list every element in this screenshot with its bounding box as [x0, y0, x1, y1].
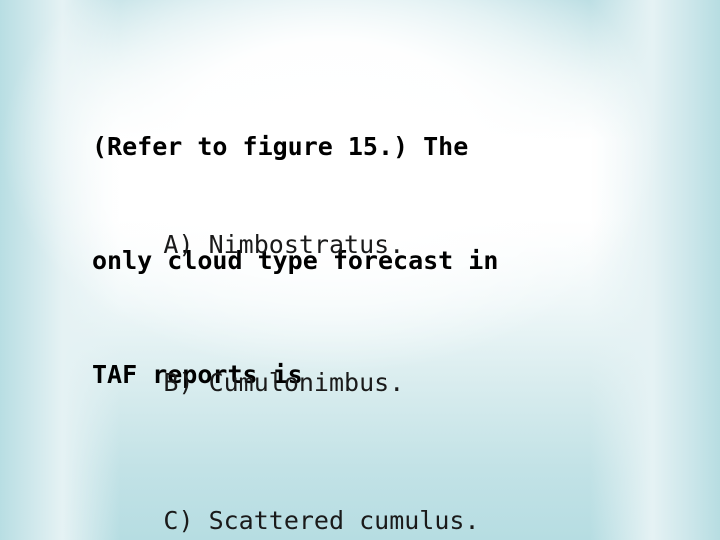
answer-option-a-text: Nimbostratus.	[208, 230, 405, 259]
answer-option-b-label: B)	[163, 368, 209, 397]
slide-canvas: (Refer to figure 15.) The only cloud typ…	[0, 0, 720, 540]
answer-option-c[interactable]: C) Scattered cumulus.	[43, 452, 683, 540]
answer-option-c-text: Scattered cumulus.	[208, 506, 480, 535]
answer-option-a[interactable]: A) Nimbostratus.	[43, 176, 683, 314]
answer-option-b-text: Cumulonimbus.	[208, 368, 405, 397]
answer-options-list: A) Nimbostratus. B) Cumulonimbus. C) Sca…	[43, 176, 683, 540]
answer-option-c-label: C)	[163, 506, 209, 535]
answer-option-a-label: A)	[163, 230, 209, 259]
slide-content: (Refer to figure 15.) The only cloud typ…	[0, 0, 720, 540]
question-line-1: (Refer to figure 15.) The	[92, 132, 469, 161]
answer-option-b[interactable]: B) Cumulonimbus.	[43, 314, 683, 452]
